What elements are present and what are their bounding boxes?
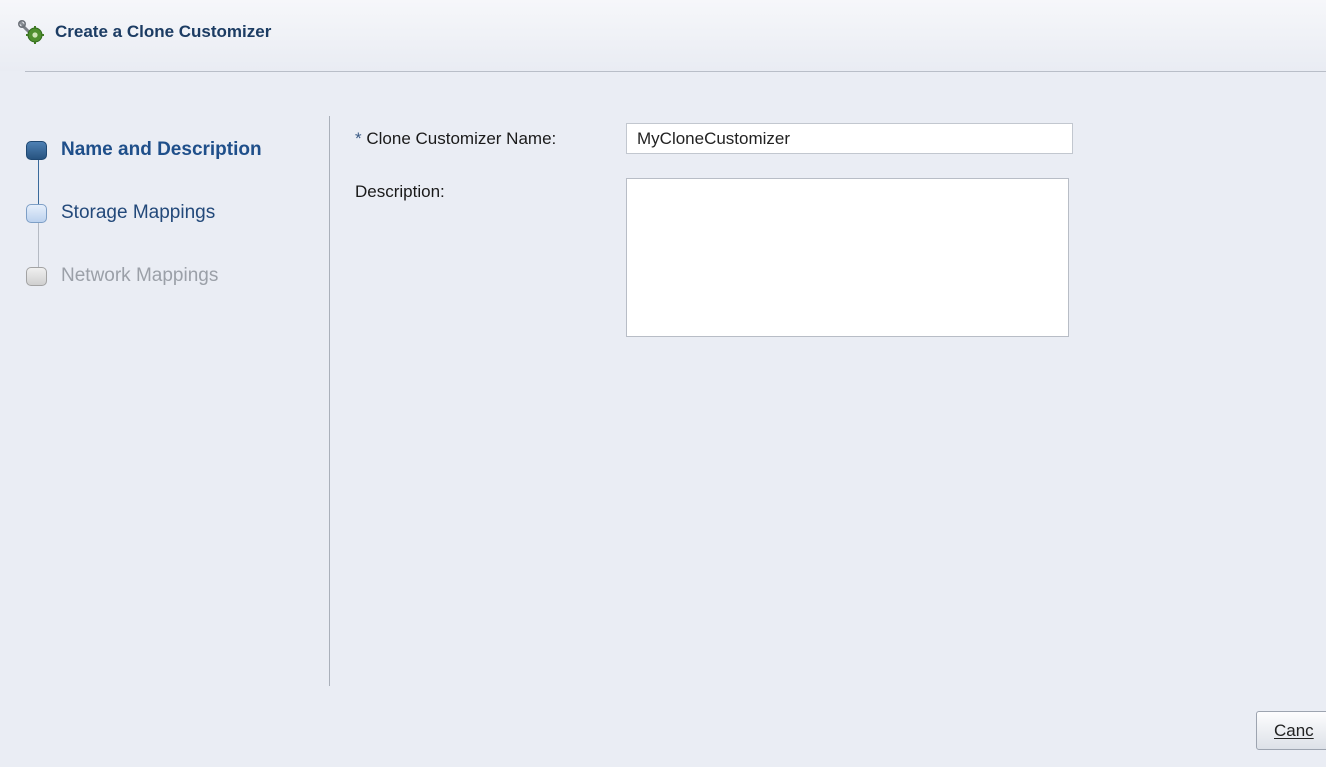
- dialog-title: Create a Clone Customizer: [55, 22, 272, 41]
- dialog: Create a Clone Customizer Name and Descr…: [0, 0, 1326, 767]
- vertical-divider: [329, 116, 330, 686]
- step-disabled-marker-icon: [26, 266, 47, 286]
- step-network-mappings: Network Mappings: [26, 261, 218, 291]
- step-label: Network Mappings: [61, 265, 219, 286]
- step-name-and-description[interactable]: Name and Description: [26, 135, 262, 165]
- header-divider: [25, 71, 1326, 72]
- clone-customizer-icon: [17, 19, 45, 45]
- description-textarea[interactable]: [626, 178, 1069, 337]
- required-marker: *: [355, 129, 362, 148]
- name-label-text: Clone Customizer Name:: [366, 129, 557, 148]
- step-storage-mappings[interactable]: Storage Mappings: [26, 198, 215, 228]
- step-train: Name and Description Storage Mappings Ne…: [26, 135, 316, 295]
- step-label: Storage Mappings: [61, 202, 216, 223]
- step-current-marker-icon: [26, 140, 47, 160]
- description-label: Description:: [355, 182, 445, 201]
- clone-customizer-name-label: * Clone Customizer Name:: [355, 129, 556, 149]
- dialog-header: Create a Clone Customizer: [0, 0, 1326, 71]
- clone-customizer-name-input[interactable]: [626, 123, 1073, 154]
- cancel-button[interactable]: Canc: [1256, 711, 1326, 750]
- step-label: Name and Description: [61, 139, 262, 160]
- step-marker-icon: [26, 203, 47, 223]
